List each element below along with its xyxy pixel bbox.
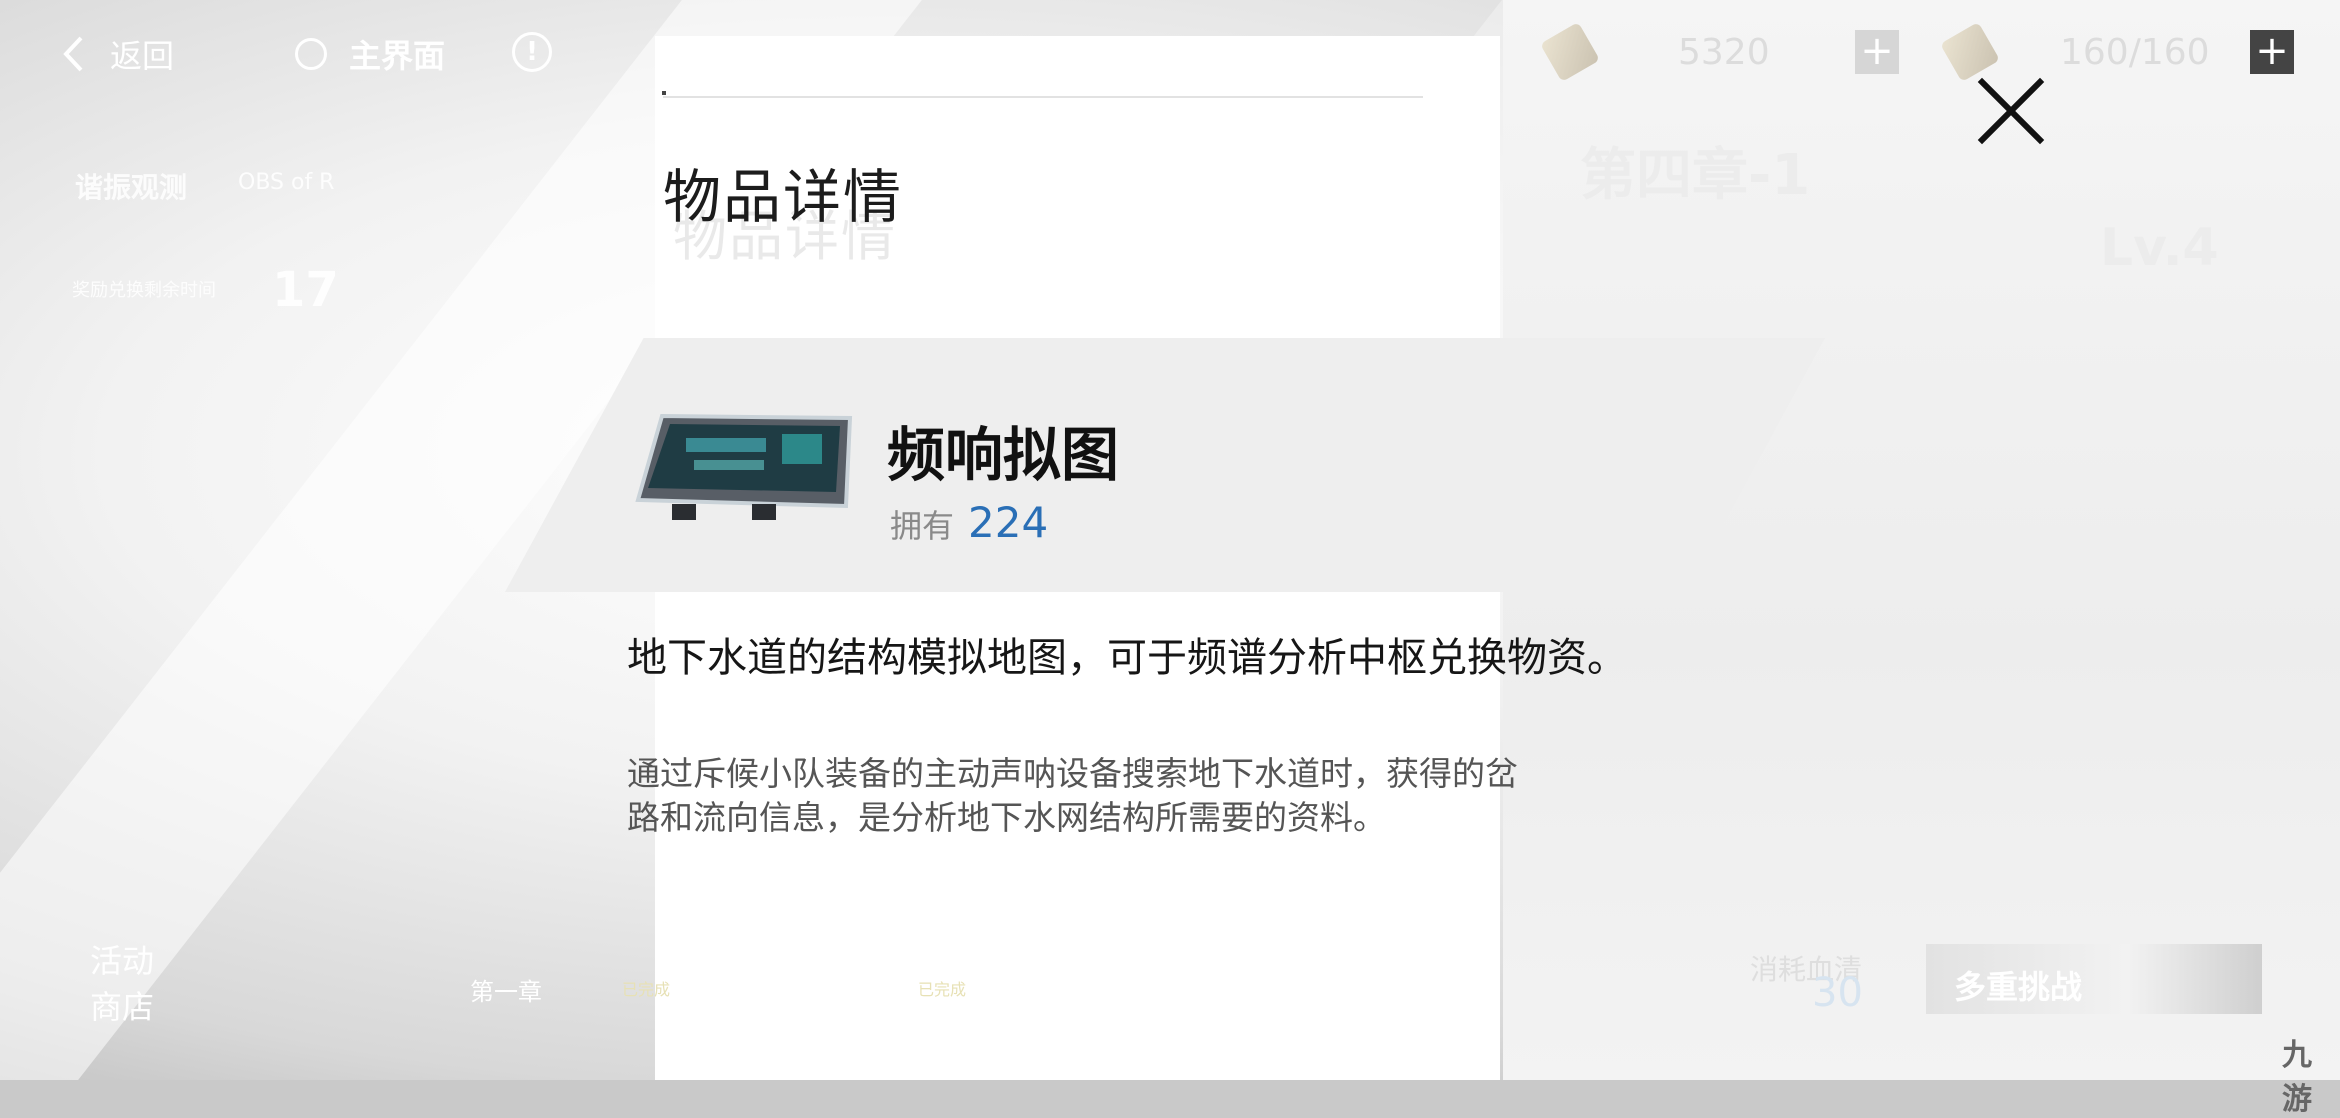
resource-fuel-value: 160/160 xyxy=(2060,31,2210,73)
shop-label-1: 活动 xyxy=(90,942,155,980)
resource-token-value: 5320 xyxy=(1678,31,1770,73)
watermark-logo: 九游 xyxy=(2282,1038,2312,1117)
info-icon[interactable]: ! xyxy=(512,32,552,72)
resource-fuel: 160/160 xyxy=(1939,21,2210,83)
chapter-tabs: 第一章 已完成 第二章 已完成 第四章 xyxy=(470,972,1470,1012)
close-icon[interactable] xyxy=(1975,75,2047,147)
owned-label: 拥有 xyxy=(890,507,955,545)
event-shop-button[interactable]: 活动 商店 xyxy=(90,938,154,1030)
decor-dot xyxy=(662,91,666,95)
cost-value: 30 xyxy=(1812,970,1863,1016)
home-label: 主界面 xyxy=(349,37,446,75)
event-subtitle: OBS of R xyxy=(238,170,335,195)
add-token-button[interactable]: + xyxy=(1855,30,1899,74)
resource-token: 5320 xyxy=(1539,21,1770,83)
event-name: 谐振观测 xyxy=(75,171,188,204)
back-button[interactable]: 返回 xyxy=(62,28,174,80)
tab-chapter-2[interactable]: 第二章 xyxy=(766,972,838,1007)
tablet-map-icon xyxy=(635,413,853,520)
fuel-icon xyxy=(1939,21,2001,83)
tab-chapter-3-label: 第三章 xyxy=(1061,982,1133,1010)
dialog-title: 物品详情 xyxy=(663,163,904,231)
home-button[interactable]: 主界面 xyxy=(295,28,445,80)
chapter-1-status: 已完成 xyxy=(622,980,671,999)
divider xyxy=(663,96,1423,98)
timer-label: 奖励兑换剩余时间 xyxy=(72,280,216,301)
add-fuel-button[interactable]: + xyxy=(2250,30,2294,74)
locked-notice: 未解锁 xyxy=(1435,1044,1495,1068)
back-label: 返回 xyxy=(110,37,175,75)
tab-chapter-3[interactable]: 第三章 xyxy=(1040,955,1256,1023)
chapter-2-status: 已完成 xyxy=(918,980,967,999)
level-label: Lv.4 xyxy=(2100,218,2219,278)
multi-challenge-label: 多重挑战 xyxy=(1954,968,2083,1006)
shop-label-2: 商店 xyxy=(90,988,155,1026)
item-name: 频响拟图 xyxy=(887,421,1120,489)
owned-count: 拥有 224 xyxy=(890,498,1048,547)
timer-value: 17 xyxy=(272,262,339,318)
owned-value: 224 xyxy=(968,498,1049,547)
token-icon xyxy=(1539,21,1601,83)
multi-challenge-button[interactable]: 多重挑战 xyxy=(1926,944,2262,1014)
tab-chapter-1[interactable]: 第一章 xyxy=(470,972,542,1007)
chevron-left-icon xyxy=(63,36,83,72)
item-description: 地下水道的结构模拟地图，可于频谱分析中枢兑换物资。 xyxy=(627,635,1627,681)
end-notice: 3天后结束 xyxy=(1125,1044,1218,1068)
tab-chapter-4[interactable]: 第四章 xyxy=(1356,972,1428,1007)
item-flavor-text: 通过斥候小队装备的主动声呐设备搜索地下水道时，获得的岔路和流向信息，是分析地下水… xyxy=(627,754,1518,837)
chapter-title: 第四章-1 xyxy=(1580,143,1811,208)
home-icon xyxy=(295,38,327,70)
